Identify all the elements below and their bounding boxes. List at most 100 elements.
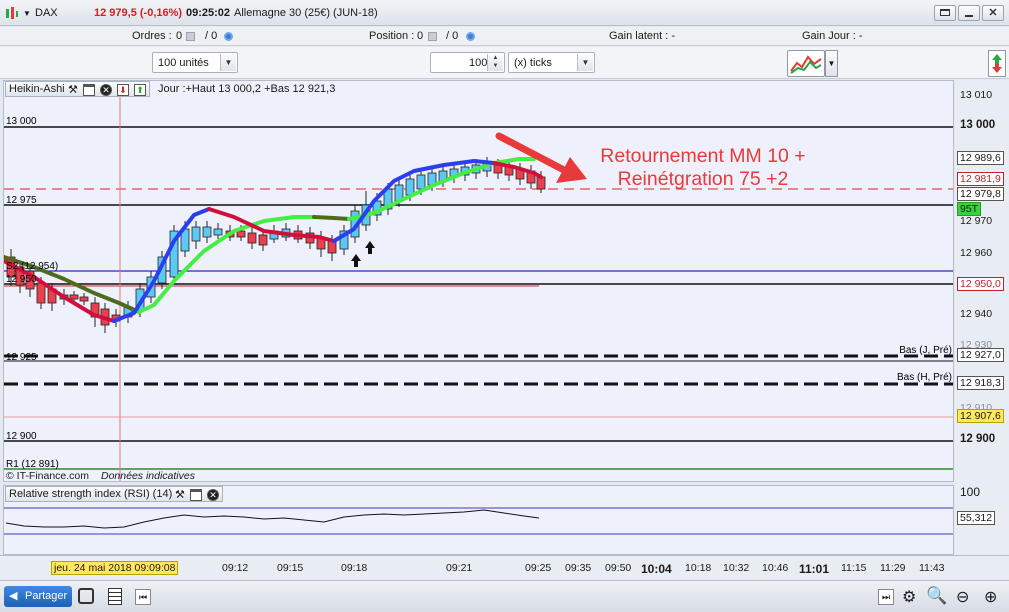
chart-type-icon: [790, 55, 822, 74]
ticks-unit-select[interactable]: (x) ticks ▼: [508, 52, 595, 73]
time-tick-label: 09:50: [605, 562, 632, 574]
price-tick: 13 000: [960, 119, 996, 131]
annotation-line-1: Retournement MM 10 +: [600, 145, 805, 167]
chart-type-dropdown-button[interactable]: ▼: [825, 50, 838, 77]
position-cancel-icon[interactable]: [428, 31, 437, 43]
heikin-ashi-candle[interactable]: [36, 282, 46, 304]
chevron-down-icon: ▼: [827, 59, 836, 68]
price-tick: 12 960: [960, 247, 993, 259]
level-label-12900: 12 900: [6, 431, 37, 442]
time-tick-label: 11:29: [880, 562, 906, 574]
price-tick: 12 940: [960, 308, 993, 320]
price-marker: 12 979,8: [957, 187, 1004, 201]
window-titlebar: ▼ DAX 12 979,5 (-0,16%) 09:25:02 Allemag…: [0, 0, 1009, 26]
heikin-ashi-candle[interactable]: [69, 294, 79, 300]
restore-window-button[interactable]: [934, 5, 956, 21]
position-settings-gear-icon[interactable]: [466, 31, 475, 43]
ticks-quantity-input[interactable]: 100 ▲ ▼: [430, 52, 505, 73]
ticks-quantity-value: 100: [469, 57, 488, 69]
move-down-icon[interactable]: ⬇: [117, 84, 130, 97]
time-tick-label: 10:32: [723, 562, 750, 574]
share-label: Partager: [25, 590, 68, 602]
rsi-header[interactable]: Relative strength index (RSI) (14) ⚒ ✕: [5, 486, 223, 502]
orders-cancel-icon[interactable]: [186, 31, 195, 43]
maximize-icon[interactable]: [82, 84, 95, 97]
dropdown-arrow-icon[interactable]: ▼: [23, 9, 31, 18]
time-tick-label: 11:43: [919, 562, 945, 574]
list-icon[interactable]: [108, 588, 122, 605]
price-tick: 12 900: [960, 433, 996, 445]
close-indicator-icon[interactable]: ✕: [100, 84, 112, 97]
wrench-icon[interactable]: ⚒: [68, 84, 78, 96]
heikin-ashi-candle[interactable]: [79, 296, 89, 302]
scroll-start-icon[interactable]: ⏮: [135, 589, 151, 605]
trade-arrows-icon: [992, 54, 1002, 73]
level-label-bas-h: Bas (H, Pré): [897, 372, 952, 383]
spinner-icon[interactable]: ▲ ▼: [487, 54, 503, 71]
chart-icon: [5, 6, 19, 20]
close-indicator-icon[interactable]: ✕: [207, 489, 219, 502]
price-marker: 12 918,3: [957, 376, 1004, 390]
heikin-ashi-candle[interactable]: [258, 234, 268, 246]
quote-value: 12 979,5 (-0,16%): [94, 7, 183, 19]
gain-latent: Gain latent : -: [609, 30, 676, 42]
price-chart-panel[interactable]: Retournement MM 10 + Reinétgration 75 +2…: [3, 80, 954, 482]
scroll-end-icon[interactable]: ⏭: [878, 589, 894, 605]
level-label-r1: R1 (12 891): [6, 459, 59, 470]
heikin-ashi-candle[interactable]: [202, 226, 212, 238]
chevron-down-icon: ▼: [577, 54, 593, 71]
bottom-toolbar: ◀ Partager ⏮ ⏭ ⚙ 🔍 ⊖ ⊕: [0, 580, 1009, 612]
rsi-panel[interactable]: Relative strength index (RSI) (14) ⚒ ✕: [3, 485, 954, 555]
heikin-ashi-candle[interactable]: [416, 174, 426, 190]
rsi-value-marker: 55,312: [957, 511, 996, 525]
time-tick-label: 09:21: [446, 562, 473, 574]
maximize-icon[interactable]: [189, 489, 202, 502]
indicator-header[interactable]: Heikin-Ashi ⚒ ✕ ⬇ ⬆: [5, 81, 150, 97]
heikin-ashi-candle[interactable]: [236, 230, 246, 238]
move-up-icon[interactable]: ⬆: [134, 84, 147, 97]
price-tick: 13 010: [960, 89, 993, 101]
wrench-icon[interactable]: ⚒: [175, 489, 185, 501]
price-marker: 12 927,0: [957, 348, 1004, 362]
zoom-in-icon[interactable]: ⊕: [984, 587, 997, 607]
close-window-button[interactable]: ✕: [982, 5, 1004, 21]
heikin-ashi-candle[interactable]: [191, 226, 201, 242]
chart-type-button[interactable]: [787, 50, 825, 77]
screenshot-icon[interactable]: [78, 588, 94, 604]
position-slash-value: / 0: [446, 30, 459, 42]
time-tick-label: 10:04: [641, 562, 672, 576]
rsi-line: [5, 509, 540, 529]
instrument-name[interactable]: DAX: [35, 7, 58, 19]
zoom-out-icon[interactable]: ⊖: [956, 587, 969, 607]
indicator-name: Heikin-Ashi: [9, 83, 65, 95]
time-tick-label: 09:15: [277, 562, 304, 574]
units-select-value: 100 unités: [158, 57, 209, 69]
order-toolbar: 100 unités ▼ 100 ▲ ▼ (x) ticks ▼ ▼: [0, 47, 1009, 79]
units-select[interactable]: 100 unités ▼: [152, 52, 238, 73]
price-tick: 12 970: [960, 215, 993, 227]
share-button[interactable]: ◀ Partager: [4, 586, 72, 607]
level-label-12975: 12 975: [6, 195, 37, 206]
orders-settings-gear-icon[interactable]: [224, 31, 233, 43]
chart-settings-icon[interactable]: ⚙: [902, 587, 916, 607]
disclaimer-text: Données indicatives: [101, 470, 195, 482]
time-tick-label: 09:35: [565, 562, 592, 574]
heikin-ashi-candle[interactable]: [213, 228, 223, 236]
orders-slash-value: / 0: [205, 30, 218, 42]
zoom-selection-icon[interactable]: 🔍: [926, 586, 947, 606]
price-axis[interactable]: 13 010 13 000 12 989,6 12 981,9 12 979,8…: [955, 80, 1009, 555]
time-axis[interactable]: jeu. 24 mai 2018 09:09:08 09:12 09:15 09:1…: [0, 555, 1009, 579]
trade-panel-button[interactable]: [988, 50, 1006, 77]
heikin-ashi-candle[interactable]: [247, 232, 257, 244]
orders-label: Ordres :: [132, 30, 172, 42]
minimize-icon: [965, 15, 973, 17]
price-chart[interactable]: Retournement MM 10 + Reinétgration 75 +2…: [4, 81, 954, 482]
bar-info-text: Jour :+Haut 13 000,2 +Bas 12 921,3: [158, 83, 336, 95]
slow-ma-line: [312, 215, 351, 221]
time-tick-label: 10:18: [685, 562, 712, 574]
heikin-ashi-candle[interactable]: [405, 178, 415, 196]
minimize-window-button[interactable]: [958, 5, 980, 21]
time-cursor-label: jeu. 24 mai 2018 09:09:08: [51, 561, 179, 575]
time-tick-label: 11:15: [841, 562, 867, 574]
buy-arrow-icon: [351, 254, 361, 267]
